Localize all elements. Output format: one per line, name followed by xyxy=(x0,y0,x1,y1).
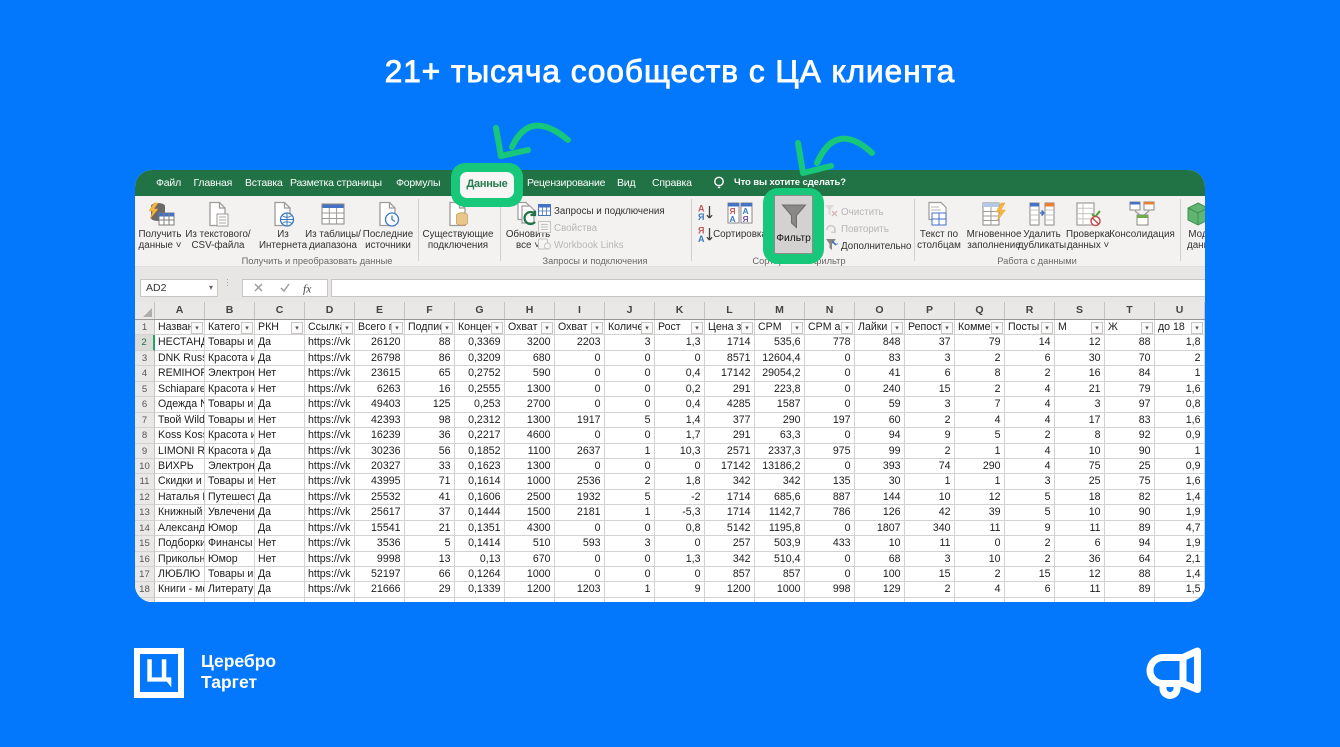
svg-text:fx: fx xyxy=(303,284,312,296)
svg-text:А: А xyxy=(698,234,705,243)
svg-text:Я: Я xyxy=(743,214,749,224)
svg-text:Я: Я xyxy=(698,212,704,222)
svg-text:А: А xyxy=(730,214,736,224)
